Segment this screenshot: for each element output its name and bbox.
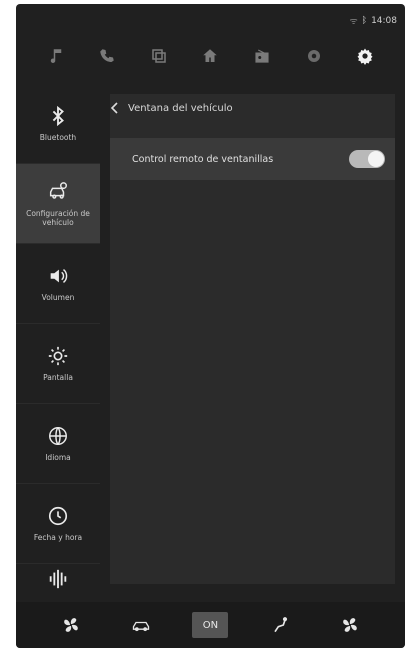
brightness-icon xyxy=(48,346,68,366)
music-button[interactable] xyxy=(39,39,73,73)
sidebar-item-label: Idioma xyxy=(45,453,71,462)
car-icon xyxy=(132,621,149,632)
seat-icon xyxy=(274,617,288,633)
signal-icon: ᯤ xyxy=(349,17,358,27)
phone-icon xyxy=(100,49,115,62)
navigation-icon xyxy=(307,50,320,62)
bottom-bar: ON xyxy=(16,602,405,648)
music-icon xyxy=(50,49,62,64)
remote-window-toggle[interactable] xyxy=(349,150,385,168)
apps-icon xyxy=(152,49,166,63)
fan-icon xyxy=(64,618,78,632)
top-navigation xyxy=(16,30,405,82)
sidebar-item-bluetooth[interactable]: Bluetooth xyxy=(16,84,100,164)
car-button[interactable] xyxy=(123,610,159,640)
toggle-knob xyxy=(368,151,384,167)
settings-button[interactable] xyxy=(348,39,382,73)
clock-icon xyxy=(48,506,68,526)
sidebar-item-label: Configuración de vehículo xyxy=(26,208,90,227)
radio-icon xyxy=(255,49,269,63)
seat-heat-button[interactable] xyxy=(262,610,298,640)
home-icon xyxy=(203,49,218,62)
setting-row-remote-window[interactable]: Control remoto de ventanillas xyxy=(110,138,395,180)
infotainment-screen: ᯤ ᛒ 14:08 Bluetooth Configuración de veh… xyxy=(16,4,405,648)
sidebar-item-date-time[interactable]: Fecha y hora xyxy=(16,484,100,564)
globe-icon xyxy=(49,427,67,445)
home-button[interactable] xyxy=(193,39,227,73)
sidebar-item-vehicle-settings[interactable]: Configuración de vehículo xyxy=(16,164,100,244)
sidebar-item-label: Pantalla xyxy=(43,373,73,382)
sidebar-item-volume[interactable]: Volumen xyxy=(16,244,100,324)
apps-button[interactable] xyxy=(142,39,176,73)
bluetooth-status-icon: ᛒ xyxy=(361,15,368,26)
radio-button[interactable] xyxy=(245,39,279,73)
settings-sidebar: Bluetooth Configuración de vehículo Volu… xyxy=(16,84,100,598)
sidebar-item-label: Volumen xyxy=(41,293,75,302)
page-title: Ventana del vehículo xyxy=(128,102,233,114)
setting-label: Control remoto de ventanillas xyxy=(132,153,274,165)
fan-speed-icon xyxy=(343,618,357,632)
chevron-left-icon xyxy=(110,102,118,114)
sidebar-item-display[interactable]: Pantalla xyxy=(16,324,100,404)
fan-speed-button[interactable] xyxy=(332,610,368,640)
phone-button[interactable] xyxy=(90,39,124,73)
sidebar-item-sound[interactable] xyxy=(16,564,100,598)
car-settings-icon xyxy=(49,181,67,199)
volume-icon xyxy=(50,269,68,283)
settings-icon xyxy=(357,48,373,65)
status-bar: ᯤ ᛒ 14:08 xyxy=(349,14,397,28)
sidebar-item-label: Bluetooth xyxy=(39,133,77,142)
breadcrumb[interactable]: Ventana del vehículo xyxy=(110,102,233,114)
sidebar-item-language[interactable]: Idioma xyxy=(16,404,100,484)
navigation-button[interactable] xyxy=(297,39,331,73)
sidebar-item-label: Fecha y hora xyxy=(33,533,83,542)
sound-wave-icon xyxy=(49,569,67,589)
on-button[interactable]: ON xyxy=(192,612,229,638)
fan-button[interactable] xyxy=(53,610,89,640)
clock-time: 14:08 xyxy=(371,15,397,26)
settings-content-panel: Ventana del vehículo Control remoto de v… xyxy=(110,94,395,584)
bluetooth-icon xyxy=(52,105,64,127)
